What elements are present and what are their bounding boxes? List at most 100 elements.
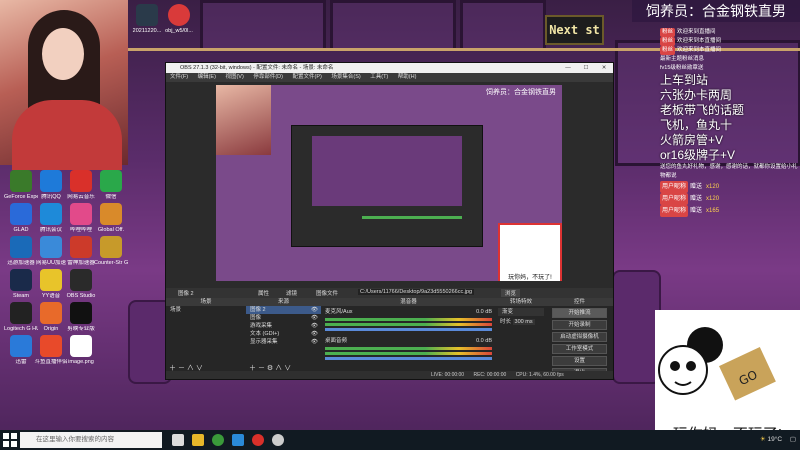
desktop-icon[interactable]: GLAD (4, 203, 38, 233)
desktop-icon[interactable]: 网易UU加速 (34, 236, 68, 266)
app-icon (10, 269, 32, 291)
desktop-icon[interactable]: Logitech G HUB (4, 302, 38, 332)
next-stop-sign: Next st (545, 15, 604, 45)
scene-item[interactable]: 场景 (166, 306, 246, 314)
selected-source-label: 图像 2 (178, 291, 194, 297)
bg-window-1 (200, 0, 326, 51)
task-view-icon[interactable] (172, 434, 184, 446)
start-recording-button[interactable]: 开始录制 (552, 320, 607, 330)
file-path-input[interactable]: C:/Users/11766/Desktop/9a23d5550266cc.jp… (358, 289, 475, 295)
maximize-icon[interactable]: ☐ (577, 63, 595, 73)
menu-tools[interactable]: 工具(T) (370, 74, 388, 80)
desktop-icon-label: 哔哩哔哩 (69, 227, 92, 233)
desktop-icon[interactable]: 微信 (94, 170, 128, 200)
chat-notice: 送您的鱼丸好礼物，感谢，感谢的话，就都你设置给小礼物都说 (660, 164, 798, 179)
mixer-panel: 混音器 麦克风/Aux 0.0 dB 桌面音频 0.0 dB (321, 298, 497, 376)
source-item[interactable]: 图像 2 👁 (246, 306, 321, 314)
bg-window-3 (460, 0, 546, 51)
desktop-icon[interactable]: 哔哩哔哩 (64, 203, 98, 233)
desktop-icon[interactable]: Origin (34, 302, 68, 332)
obs-title: OBS 27.1.3 (32-bit, windows) - 配置文件: 未命名… (180, 65, 334, 71)
desktop-icon[interactable]: 雷神加速器 (64, 236, 98, 266)
obs-icon[interactable] (272, 434, 284, 446)
app-icon (70, 170, 92, 192)
menu-view[interactable]: 视图(V) (225, 74, 243, 80)
app-icon (70, 236, 92, 258)
browse-button[interactable]: 浏览 (501, 289, 521, 297)
taskbar: 在这里输入你要搜索的内容 ☀ 19°C ▢ (0, 430, 800, 450)
desktop-icon[interactable]: 斗鱼直播伴侣 (34, 335, 68, 365)
chrome-icon[interactable] (212, 434, 224, 446)
chat-line: fv15级粉丝勋章送 (660, 65, 704, 71)
volume-meter (325, 318, 492, 321)
app-icon (40, 302, 62, 324)
menu-docks[interactable]: 停靠部件(D) (253, 74, 283, 80)
track-db: 0.0 dB (476, 309, 492, 315)
desktop-icon-label: 雷神加速器 (67, 260, 95, 266)
obs-titlebar[interactable]: OBS 27.1.3 (32-bit, windows) - 配置文件: 未命名… (166, 63, 613, 73)
virtual-camera-button[interactable]: 启动虚拟摄像机 (552, 332, 607, 342)
transition-select[interactable]: 渐变 (498, 308, 544, 316)
desktop-icon[interactable]: GeForce Experience (4, 170, 38, 200)
desktop-icon[interactable]: OBS Studio (64, 269, 98, 299)
settings-button[interactable]: 设置 (552, 356, 607, 366)
chat-line: 最新主题粉丝消息 (660, 56, 705, 62)
volume-slider[interactable] (325, 357, 492, 360)
mixer-track: 麦克风/Aux 0.0 dB (321, 306, 496, 335)
obs-menubar: 文件(F) 编辑(E) 视图(V) 停靠部件(D) 配置文件(P) 场景集合(S… (166, 73, 613, 82)
windows-start-icon[interactable] (3, 433, 17, 447)
desktop-icon[interactable]: Global Off. (94, 203, 128, 233)
start-streaming-button[interactable]: 开始推流 (552, 308, 607, 318)
preview-title: 饲养员：合金钢铁直男 (486, 89, 556, 96)
properties-button[interactable]: 属性 (258, 289, 269, 297)
menu-file[interactable]: 文件(F) (170, 74, 188, 80)
netease-music-icon[interactable] (252, 434, 264, 446)
app-icon (40, 269, 62, 291)
track-name: 麦克风/Aux (325, 309, 353, 315)
desktop-icon[interactable]: Counter-Str Global Of (94, 236, 128, 266)
notification-icon[interactable]: ▢ (790, 436, 796, 443)
chat-overlay: 粉丝 欢迎来到直播间 粉丝 欢迎来到本直播间 粉丝 欢迎来到本直播间 最新主题粉丝消息… (660, 28, 800, 258)
volume-slider[interactable] (325, 328, 492, 331)
taskbar-search-input[interactable]: 在这里输入你要搜索的内容 (20, 432, 162, 448)
edge-icon[interactable] (232, 434, 244, 446)
filters-button[interactable]: 滤镜 (286, 289, 297, 297)
file-explorer-icon[interactable] (192, 434, 204, 446)
scenes-panel: 场景 场景 ＋ － ∧ ∨ (166, 298, 247, 376)
menu-edit[interactable]: 编辑(E) (198, 74, 216, 80)
desktop-icon[interactable]: 剪映专业版 (64, 302, 98, 332)
obs-preview[interactable]: 饲养员：合金钢铁直男 玩你妈，不玩了! (216, 85, 562, 281)
desktop-icon[interactable]: 网易云音乐 (64, 170, 98, 200)
panda-face-icon: GO (658, 327, 776, 401)
app-icon (70, 335, 92, 357)
duration-input[interactable]: 300 ms (512, 319, 535, 325)
desktop-icon[interactable]: YY语音 (34, 269, 68, 299)
desktop-icon[interactable]: 腾讯QQ (34, 170, 68, 200)
minimize-icon[interactable]: — (559, 63, 577, 73)
desktop-icon[interactable]: 迅游加速器 (4, 236, 38, 266)
nested-preview (312, 136, 462, 206)
preview-sticker: 玩你妈，不玩了! (498, 223, 562, 281)
desktop-icon-label: YY语音 (41, 293, 61, 299)
menu-profile[interactable]: 配置文件(P) (292, 74, 321, 80)
cpu-status: CPU: 1.4%, 60.00 fps (515, 372, 564, 378)
desktop-icon[interactable]: 腾讯会议 (34, 203, 68, 233)
studio-mode-button[interactable]: 工作室模式 (552, 344, 607, 354)
close-icon[interactable]: ✕ (595, 63, 613, 73)
source-item[interactable]: 文本 (GDI+) 👁 (246, 330, 321, 338)
menu-scene-collection[interactable]: 场景集合(S) (331, 74, 360, 80)
desktop-icon-top-0[interactable]: 20211220... (130, 4, 164, 34)
desktop-icon-label: Global Off. (97, 227, 125, 233)
desktop-icon-top-1[interactable]: obj_w5/0l... (162, 4, 196, 34)
desktop-icon[interactable]: image.png (64, 335, 98, 365)
app-icon (40, 170, 62, 192)
desktop-icon[interactable]: 迅雷 (4, 335, 38, 365)
app-icon (100, 236, 122, 258)
desktop-icon[interactable]: Steam (4, 269, 38, 299)
source-item[interactable]: 图像 👁 (246, 314, 321, 322)
source-item[interactable]: 显示器采集 👁 (246, 338, 321, 346)
menu-help[interactable]: 帮助(H) (398, 74, 417, 80)
app-icon (70, 203, 92, 225)
source-item[interactable]: 游戏采集 👁 (246, 322, 321, 330)
obs-window[interactable]: OBS 27.1.3 (32-bit, windows) - 配置文件: 未命名… (165, 62, 614, 380)
